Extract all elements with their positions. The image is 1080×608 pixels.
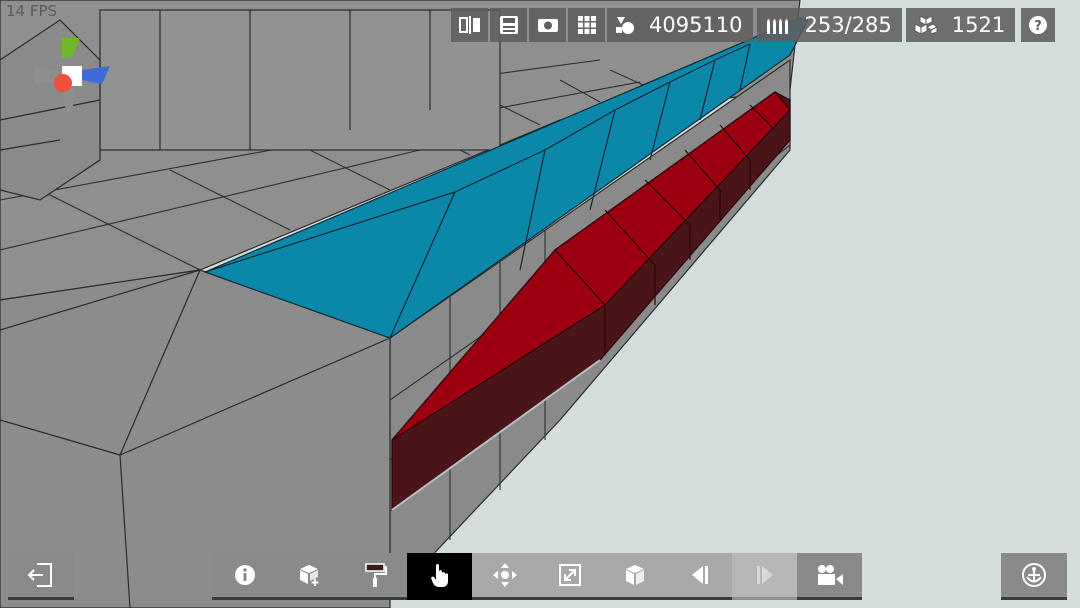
screenshot-button[interactable] xyxy=(529,8,566,42)
ammo-count: 253/285 xyxy=(756,8,902,42)
select-button[interactable] xyxy=(407,553,472,600)
ammo-count-value: 253/285 xyxy=(804,13,892,37)
hand-select-icon xyxy=(430,564,448,587)
add-block-icon xyxy=(299,565,318,586)
anchor-icon xyxy=(1022,563,1046,587)
fps-counter: 14 FPS xyxy=(6,2,58,20)
blocks-icon xyxy=(914,15,938,35)
3d-viewport[interactable] xyxy=(0,0,1080,608)
block-button[interactable] xyxy=(602,553,667,600)
move-icon xyxy=(492,563,517,587)
block-icon xyxy=(625,565,644,585)
save-icon xyxy=(499,16,518,34)
ammo-icon xyxy=(766,19,788,34)
camera-icon xyxy=(537,19,558,32)
info-icon xyxy=(234,565,255,585)
paint-roller-icon xyxy=(364,563,387,587)
camera-view-icon xyxy=(817,565,843,585)
move-button[interactable] xyxy=(472,553,537,600)
redo-icon xyxy=(756,566,773,584)
tool-toolbar xyxy=(212,553,862,600)
undo-icon xyxy=(691,566,708,584)
add-block-button[interactable] xyxy=(277,553,342,600)
anchor-toolbar xyxy=(1001,553,1067,600)
help-icon: ? xyxy=(1029,16,1048,34)
grid-icon xyxy=(577,16,596,34)
mirror-button[interactable] xyxy=(451,8,488,42)
exit-toolbar xyxy=(8,553,74,600)
help-button[interactable]: ? xyxy=(1021,8,1056,42)
save-button[interactable] xyxy=(490,8,527,42)
paint-button[interactable] xyxy=(342,553,407,600)
resize-button[interactable] xyxy=(537,553,602,600)
exit-icon xyxy=(27,563,52,587)
polygon-count: 4095110 xyxy=(607,8,753,42)
block-count-value: 1521 xyxy=(951,13,1006,37)
polygons-icon xyxy=(616,17,634,34)
exit-button[interactable] xyxy=(8,553,74,600)
undo-button[interactable] xyxy=(667,553,732,600)
svg-text:?: ? xyxy=(1034,19,1042,34)
camera-view-button[interactable] xyxy=(797,553,862,600)
grid-button[interactable] xyxy=(568,8,605,42)
block-count: 1521 xyxy=(905,8,1016,42)
redo-button[interactable] xyxy=(732,553,797,600)
resize-icon xyxy=(558,564,581,586)
info-button[interactable] xyxy=(212,553,277,600)
top-toolbar: 4095110 253/285 1521 ? xyxy=(451,8,1056,42)
mirror-icon xyxy=(458,16,480,34)
anchor-button[interactable] xyxy=(1001,553,1067,600)
polygon-count-value: 4095110 xyxy=(649,13,743,37)
